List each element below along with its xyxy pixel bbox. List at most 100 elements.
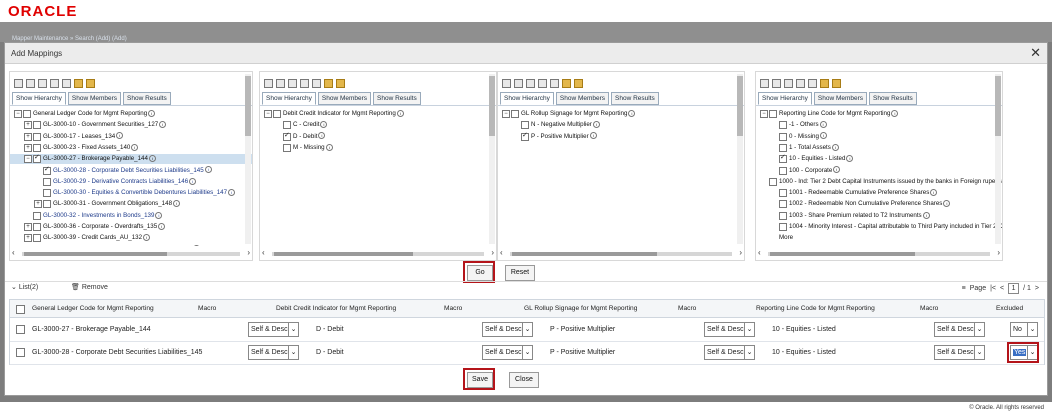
macro-select[interactable]: Self & Desc ⌄ [934,322,985,337]
vertical-scrollbar[interactable] [489,74,495,244]
node-checkbox[interactable] [33,234,41,243]
list-title[interactable]: ⌄ List(2) [11,283,38,291]
node-checkbox[interactable] [33,132,41,141]
info-icon[interactable]: i [922,211,930,219]
find-icon[interactable] [336,79,345,88]
info-icon[interactable]: i [318,132,326,140]
collapse-icon[interactable] [514,79,523,88]
node-checkbox[interactable] [43,200,51,209]
hierarchy-icon[interactable] [808,79,817,88]
info-icon[interactable]: i [204,166,212,174]
scroll-thumb[interactable] [737,76,743,136]
expander-icon[interactable]: + [24,143,32,152]
scroll-thumb[interactable] [512,252,658,256]
row-checkbox[interactable] [16,325,25,334]
node-checkbox[interactable] [769,110,777,118]
tree-icon[interactable] [820,79,829,88]
tree-node[interactable]: GL-3000-30 - Equities & Convertible Debe… [10,188,252,198]
collapse-icon[interactable] [26,79,35,88]
tab-show-hierarchy[interactable]: Show Hierarchy [12,92,66,105]
node-checkbox[interactable] [43,189,51,198]
info-icon[interactable]: i [143,234,151,242]
column-header[interactable]: Macro [444,300,462,317]
vertical-scrollbar[interactable] [737,74,743,244]
expander-icon[interactable]: − [760,110,768,118]
tree-node[interactable]: GL-3000-32 - Investments in Bonds_139 i [10,211,252,221]
tree-icon[interactable] [324,79,333,88]
expand-icon[interactable] [264,79,273,88]
tree-node[interactable]: + GL-3000-10 - Government Securities_127 i [10,120,252,130]
horizontal-scrollbar[interactable]: ‹ › [758,248,1000,258]
select-all-checkbox[interactable] [16,305,25,314]
node-checkbox[interactable] [779,211,787,220]
macro-select[interactable]: Self & Desc ⌄ [482,322,533,337]
filter-icon[interactable] [288,79,297,88]
reset-button[interactable]: Reset [505,265,535,281]
tree-node[interactable]: + GL-3000-31 - Government Obligations_148… [10,199,252,209]
info-icon[interactable]: i [589,132,597,140]
tree-node[interactable]: M - Missing i [260,143,496,153]
node-checkbox[interactable] [23,110,31,118]
tree-node[interactable]: 1000 - Ind: Tier 2 Debt Capital Instrume… [756,177,1002,187]
expander-icon[interactable]: + [34,200,42,209]
column-header[interactable]: Reporting Line Code for Mgmt Reporting [756,300,875,317]
column-header[interactable]: General Ledger Code for Mgmt Reporting [32,300,154,317]
node-checkbox[interactable] [273,110,281,118]
scroll-left-icon[interactable]: ‹ [262,248,265,257]
tree-node[interactable]: 1001 - Redeemable Cumulative Preference … [756,188,1002,198]
node-checkbox[interactable] [779,155,787,164]
tree-node[interactable]: 1002 - Redeemable Non Cumulative Prefere… [756,199,1002,209]
info-icon[interactable]: i [320,121,328,129]
next-page-icon[interactable]: > [1035,285,1039,292]
tree-node[interactable]: 10 - Equities - Listedi [756,154,1002,164]
tree-node[interactable]: 100 - Corporate i [756,166,1002,176]
scroll-left-icon[interactable]: ‹ [758,248,761,257]
info-icon[interactable]: i [158,222,166,230]
tree-node[interactable]: C - Credit i [260,120,496,130]
scroll-thumb[interactable] [489,76,495,136]
find-icon[interactable] [86,79,95,88]
expand-icon[interactable] [14,79,23,88]
scroll-thumb[interactable] [245,76,251,136]
tab-show-results[interactable]: Show Results [373,92,421,105]
horizontal-scrollbar[interactable]: ‹ › [262,248,494,258]
info-icon[interactable]: i [148,109,156,117]
node-checkbox[interactable] [779,200,787,209]
info-icon[interactable]: i [628,109,636,117]
column-header[interactable]: Debit Credit Indicator for Mgmt Reportin… [276,300,396,317]
macro-select[interactable]: Self & Desc ⌄ [248,345,299,360]
info-icon[interactable]: i [155,211,163,219]
expander-icon[interactable]: + [24,132,32,141]
tab-show-members[interactable]: Show Members [317,92,372,105]
node-checkbox[interactable] [33,223,41,231]
expander-icon[interactable]: − [502,110,510,118]
tree-node[interactable]: GL-3000-28 - Corporate Debt Securities L… [10,166,252,176]
remove-button[interactable]: 🗑 Remove [71,283,108,291]
node-checkbox[interactable] [283,121,291,130]
node-checkbox[interactable] [33,121,41,130]
scroll-right-icon[interactable]: › [739,248,742,257]
node-checkbox[interactable] [283,132,291,141]
node-checkbox[interactable] [33,211,41,220]
sort-icon[interactable] [796,79,805,88]
expander-icon[interactable]: + [24,223,32,231]
tab-show-results[interactable]: Show Results [869,92,917,105]
tree-node[interactable]: N - Negative Multiplier i [498,120,744,130]
column-header[interactable]: Macro [920,300,938,317]
sort-icon[interactable] [300,79,309,88]
tree-node[interactable]: More [756,233,1002,243]
hierarchy-icon[interactable] [550,79,559,88]
node-checkbox[interactable] [521,121,529,130]
info-icon[interactable]: i [831,143,839,151]
scroll-right-icon[interactable]: › [247,248,250,257]
tree-node[interactable]: + GL-3000-39 - Credit Cards_AU_132 i [10,233,252,243]
tree-node[interactable]: 1 - Total Assets i [756,143,1002,153]
tab-show-members[interactable]: Show Members [67,92,122,105]
tree-node[interactable]: − General Ledger Code for Mgmt Reporting i [10,109,252,119]
info-icon[interactable]: i [891,109,899,117]
tab-show-hierarchy[interactable]: Show Hierarchy [500,92,554,105]
horizontal-scrollbar[interactable]: ‹ › [12,248,250,258]
tab-show-hierarchy[interactable]: Show Hierarchy [262,92,316,105]
column-header[interactable]: Excluded [996,300,1023,317]
tab-show-hierarchy[interactable]: Show Hierarchy [758,92,812,105]
